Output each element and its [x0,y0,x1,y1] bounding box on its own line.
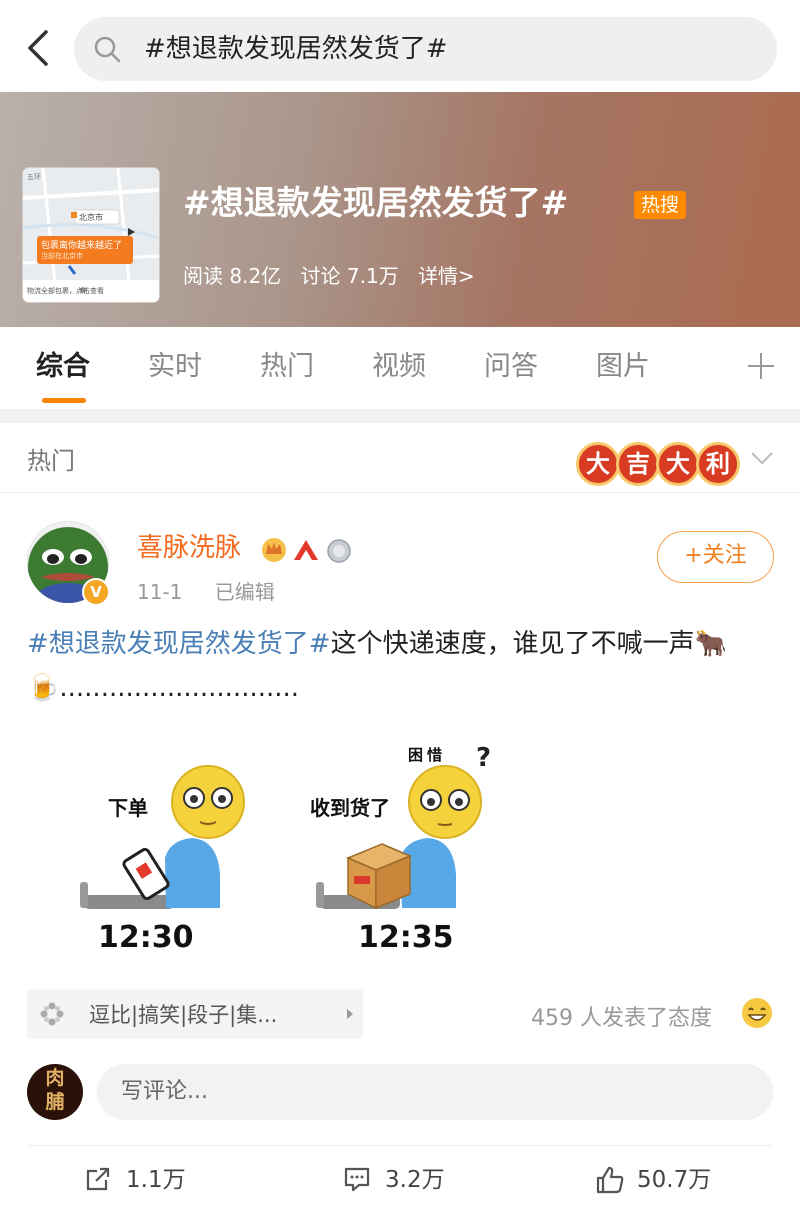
reaction-count[interactable]: 459 人发表了态度 [531,1000,712,1032]
left-meme-character [80,765,245,909]
topic-title: #想退款发现居然发货了# [183,183,569,222]
meme-right-caption: 收到货了 [310,796,390,820]
post-image[interactable]: ? 下单 12:30 收到货了 12:35 困惜 [70,740,510,965]
meme-confused-label: 困惜 [408,746,447,764]
comment-input[interactable]: 写评论... [97,1064,773,1120]
map-notice-line1: 包裹离你越来越近了 [41,241,123,251]
repost-count: 1.1万 [126,1167,186,1193]
action-divider [27,1145,773,1146]
search-header: #想退款发现居然发货了# [0,0,800,92]
tab-video[interactable]: 视频 [372,349,426,385]
right-meme-character: ? [316,743,491,910]
caret-right-icon [347,1009,353,1019]
thumbs-up-icon [596,1166,624,1194]
map-footer-text: 物流全部包裹，点击查看 [27,287,104,295]
map-top-label: 五环 [27,173,41,181]
commenter-avatar[interactable]: 肉脯 [27,1064,83,1120]
back-arrow-icon[interactable] [18,26,58,70]
share-icon [86,1167,110,1191]
map-notice-line2: 当前在北京市 [41,252,83,260]
username[interactable]: 喜脉洗脉 [137,531,241,565]
repost-button[interactable]: 1.1万 [84,1162,204,1198]
lucky-char: 吉 [616,442,660,486]
hashtag-link[interactable]: #想退款发现居然发货了# [27,629,331,659]
details-link[interactable]: 详情> [418,264,475,288]
search-query: #想退款发现居然发货了# [144,34,448,64]
tab-comprehensive[interactable]: 综合 [36,349,90,385]
like-count: 50.7万 [637,1167,712,1193]
search-input[interactable]: #想退款发现居然发货了# [74,17,777,81]
crown-icon [262,538,286,562]
map-thumbnail-graphic [23,168,159,302]
search-icon [94,36,121,63]
medal-icon [327,539,351,563]
topic-stats: 阅读 8.2亿 讨论 7.1万 详情> [183,260,488,289]
super-topic-text: 逗比|搞笑|段子|集... [89,1003,278,1027]
comment-icon [344,1167,370,1192]
red-a-badge-icon [294,540,318,560]
hot-search-badge: 热搜 [634,191,687,219]
lucky-char: 利 [696,442,740,486]
section-divider [0,409,800,423]
plus-icon[interactable] [746,351,776,381]
tab-hot[interactable]: 热门 [260,349,314,385]
laughing-emoji-icon[interactable] [741,997,773,1029]
tab-qa[interactable]: 问答 [484,349,538,385]
meme-right-time: 12:35 [358,920,454,955]
svg-text:?: ? [476,743,491,773]
post-meta: 11-1 已编辑 [137,576,301,605]
super-topic-chip[interactable]: 逗比|搞笑|段子|集... [27,989,363,1039]
read-count: 阅读 8.2亿 [183,264,282,288]
meme-left-time: 12:30 [98,920,194,955]
tab-realtime[interactable]: 实时 [148,349,202,385]
edited-label: 已编辑 [214,580,275,604]
verified-badge: V [82,578,110,606]
comment-button[interactable]: 3.2万 [343,1162,463,1198]
topic-thumbnail[interactable]: 北京市 包裹离你越来越近了 当前在北京市 物流全部包裹，点击查看 五环 [23,168,159,302]
chevron-down-icon[interactable] [748,448,776,468]
package-box-icon [346,843,412,910]
lucky-char: 大 [656,442,700,486]
map-city-label: 北京市 [79,213,103,222]
active-tab-indicator [42,398,86,403]
comment-count: 3.2万 [385,1167,445,1193]
follow-button[interactable]: +关注 [657,531,774,583]
tab-bar: 综合 实时 热门 视频 问答 图片 [0,327,800,409]
meme-left-caption: 下单 [108,796,148,820]
user-badges [261,536,361,564]
tab-pictures[interactable]: 图片 [596,349,650,385]
pinwheel-icon [40,1002,64,1026]
discussion-count: 讨论 7.1万 [300,264,399,288]
lucky-char: 大 [576,442,620,486]
commenter-avatar-text: 肉脯 [45,1067,65,1113]
like-button[interactable]: 50.7万 [595,1162,735,1198]
post-date: 11-1 [137,580,183,604]
topic-banner: 北京市 包裹离你越来越近了 当前在北京市 物流全部包裹，点击查看 五环 #想退款… [0,92,800,327]
post-body: #想退款发现居然发货了#这个快递速度，谁见了不喊一声🐂🍺............… [27,622,777,710]
section-label: 热门 [27,447,75,475]
